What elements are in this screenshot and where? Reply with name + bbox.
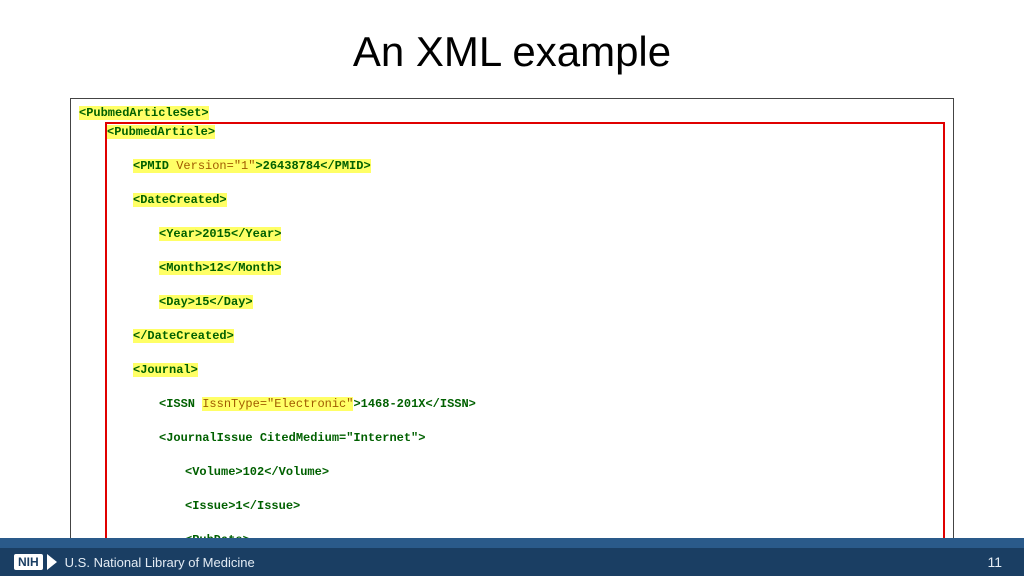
xml-issn-rest: >1468-201X</ISSN> xyxy=(353,397,475,411)
nih-badge: NIH U.S. National Library of Medicine xyxy=(14,554,255,570)
xml-volume: <Volume>102</Volume> xyxy=(185,465,329,479)
chevron-right-icon xyxy=(47,554,57,570)
footer-org: U.S. National Library of Medicine xyxy=(65,555,255,570)
xml-journal-open: <Journal> xyxy=(133,363,198,377)
xml-pmid-rest: >26438784</PMID> xyxy=(255,159,370,173)
xml-dc-year: <Year>2015</Year> xyxy=(159,227,281,241)
xml-pmid-attr: Version="1" xyxy=(176,159,255,173)
xml-code-block: <PubmedArticleSet> <PubmedArticle> <PMID… xyxy=(70,98,954,576)
xml-issue: <Issue>1</Issue> xyxy=(185,499,300,513)
nih-logo: NIH xyxy=(14,554,43,570)
xml-pmid-open: <PMID xyxy=(133,159,176,173)
page-number: 11 xyxy=(987,554,1002,570)
xml-datecreated-close: </DateCreated> xyxy=(133,329,234,343)
xml-dc-month: <Month>12</Month> xyxy=(159,261,281,275)
xml-issn-open: <ISSN xyxy=(159,397,202,411)
slide-footer: NIH U.S. National Library of Medicine 11 xyxy=(0,538,1024,576)
xml-article-open: <PubmedArticle> xyxy=(107,125,215,139)
xml-issn-attr: IssnType="Electronic" xyxy=(202,397,353,411)
highlighted-article-box: <PubmedArticle> <PMID Version="1">264387… xyxy=(105,122,945,576)
xml-journalissue-open: <JournalIssue CitedMedium="Internet"> xyxy=(159,431,425,445)
xml-datecreated-open: <DateCreated> xyxy=(133,193,227,207)
xml-root-open: <PubmedArticleSet> xyxy=(79,106,209,120)
xml-dc-day: <Day>15</Day> xyxy=(159,295,253,309)
slide-title: An XML example xyxy=(0,0,1024,76)
